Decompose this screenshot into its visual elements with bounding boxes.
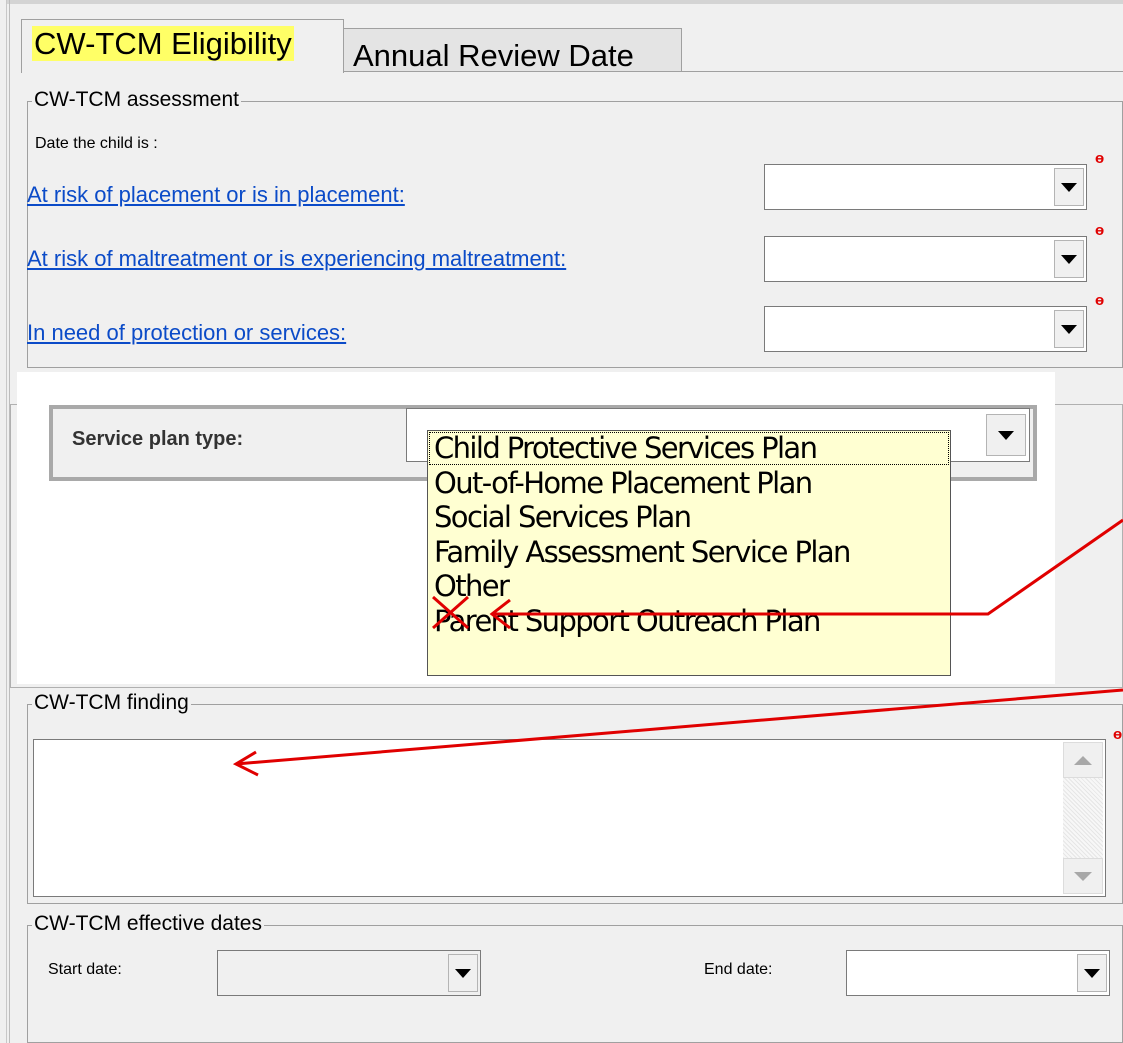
- need-of-protection-dropdown[interactable]: [764, 306, 1087, 352]
- start-date-dropdown[interactable]: [217, 950, 481, 996]
- dropdown-arrow-button[interactable]: [1077, 954, 1107, 992]
- scroll-up-button[interactable]: [1063, 742, 1103, 778]
- tab-label: CW-TCM Eligibility: [32, 26, 294, 61]
- required-indicator-icon: ө: [1095, 222, 1105, 239]
- option-family-assessment-service-plan[interactable]: Family Assessment Service Plan: [428, 535, 950, 570]
- service-plan-options-list[interactable]: Child Protective Services Plan Out-of-Ho…: [427, 430, 951, 676]
- at-risk-placement-link[interactable]: At risk of placement or is in placement:: [27, 182, 405, 208]
- required-indicator-icon: ө: [1113, 726, 1123, 743]
- chevron-down-icon: [455, 968, 471, 978]
- chevron-down-icon: [998, 430, 1014, 440]
- window-left-divider: [9, 0, 10, 1043]
- chevron-down-icon: [1061, 182, 1077, 192]
- required-indicator-icon: ө: [1095, 150, 1105, 167]
- scroll-down-button[interactable]: [1063, 858, 1103, 894]
- end-date-label: End date:: [704, 961, 773, 978]
- dropdown-arrow-button[interactable]: [1054, 240, 1084, 278]
- need-of-protection-link[interactable]: In need of protection or services:: [27, 320, 346, 346]
- finding-textarea[interactable]: [33, 739, 1106, 897]
- tab-cw-tcm-eligibility[interactable]: CW-TCM Eligibility: [21, 19, 344, 73]
- chevron-down-icon: [1061, 254, 1077, 264]
- dropdown-arrow-button[interactable]: [1054, 168, 1084, 206]
- effective-dates-group-title: CW-TCM effective dates: [32, 912, 264, 936]
- dropdown-arrow-button[interactable]: [448, 954, 478, 992]
- chevron-down-icon: [1061, 324, 1077, 334]
- assessment-group-title: CW-TCM assessment: [32, 88, 241, 112]
- finding-scrollbar[interactable]: [1063, 742, 1103, 894]
- at-risk-placement-dropdown[interactable]: [764, 164, 1087, 210]
- date-child-is-label: Date the child is :: [35, 135, 158, 152]
- option-parent-support-outreach-plan[interactable]: Parent Support Outreach Plan: [428, 604, 950, 639]
- option-out-of-home-placement-plan[interactable]: Out-of-Home Placement Plan: [428, 466, 950, 501]
- finding-group-title: CW-TCM finding: [32, 691, 191, 715]
- dropdown-arrow-button[interactable]: [986, 414, 1026, 456]
- arrow-down-icon: [1074, 871, 1092, 881]
- dropdown-arrow-button[interactable]: [1054, 310, 1084, 348]
- chevron-down-icon: [1084, 968, 1100, 978]
- tab-label: Annual Review Date: [353, 38, 634, 73]
- at-risk-maltreatment-link[interactable]: At risk of maltreatment or is experienci…: [27, 246, 566, 272]
- end-date-dropdown[interactable]: [846, 950, 1110, 996]
- option-other[interactable]: Other: [428, 569, 950, 604]
- start-date-label: Start date:: [48, 961, 122, 978]
- option-child-protective-services-plan[interactable]: Child Protective Services Plan: [428, 431, 950, 466]
- at-risk-maltreatment-dropdown[interactable]: [764, 236, 1087, 282]
- window-top-border: [0, 0, 1123, 4]
- scroll-track[interactable]: [1063, 778, 1103, 858]
- tab-annual-review-date[interactable]: Annual Review Date: [342, 28, 682, 73]
- arrow-up-icon: [1074, 755, 1092, 765]
- window-left-border: [0, 0, 7, 1043]
- required-indicator-icon: ө: [1095, 292, 1105, 309]
- service-plan-type-label: Service plan type:: [72, 428, 244, 450]
- option-social-services-plan[interactable]: Social Services Plan: [428, 500, 950, 535]
